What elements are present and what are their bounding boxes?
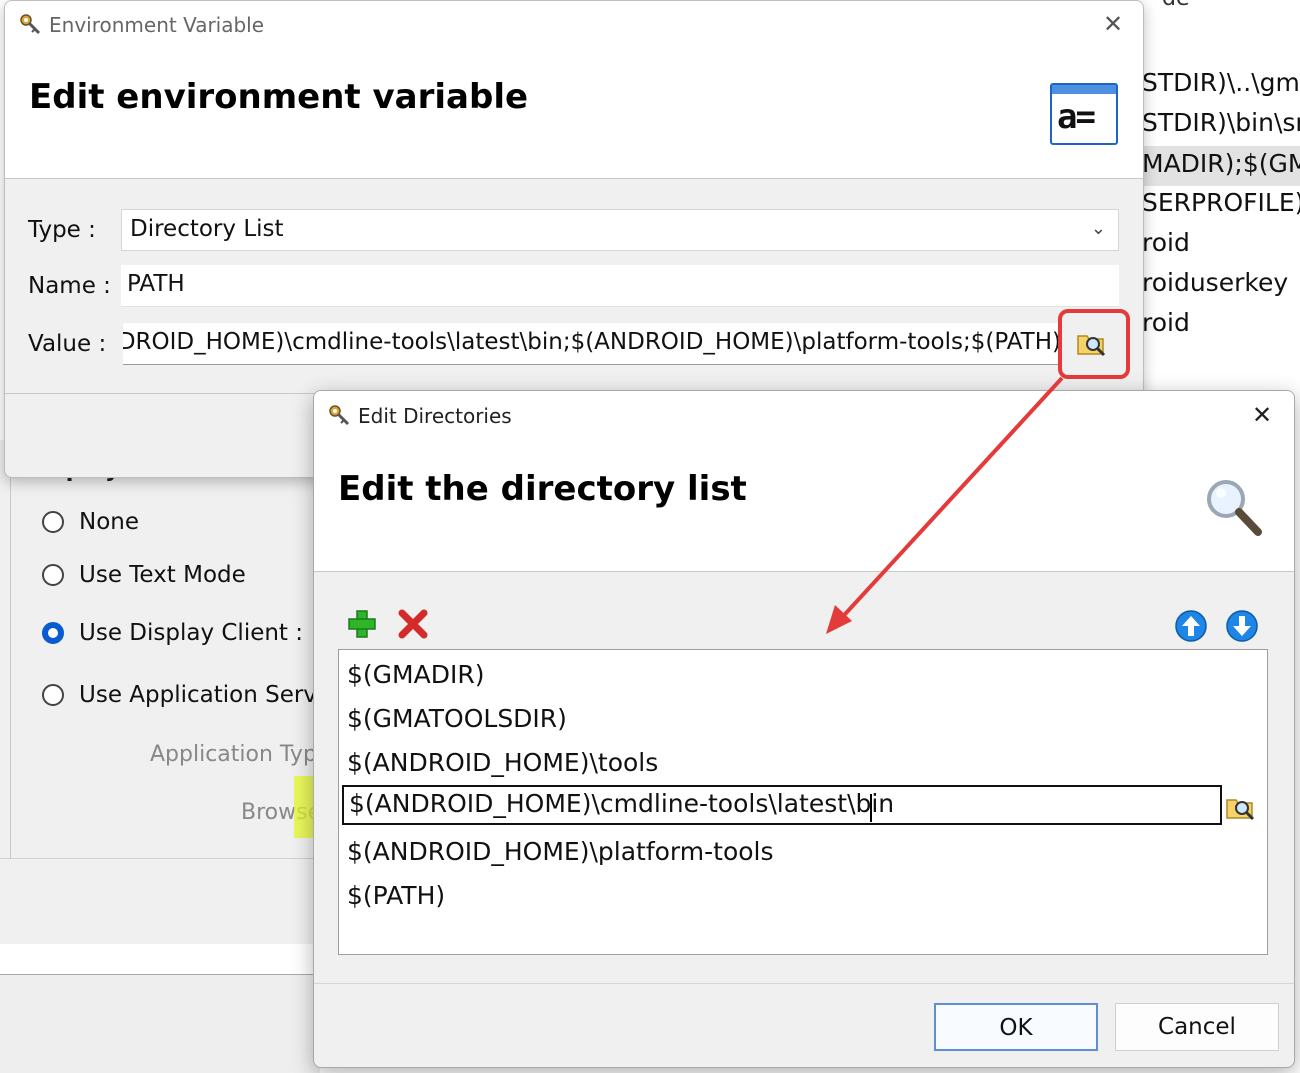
annotation-arrow [826, 376, 1064, 634]
